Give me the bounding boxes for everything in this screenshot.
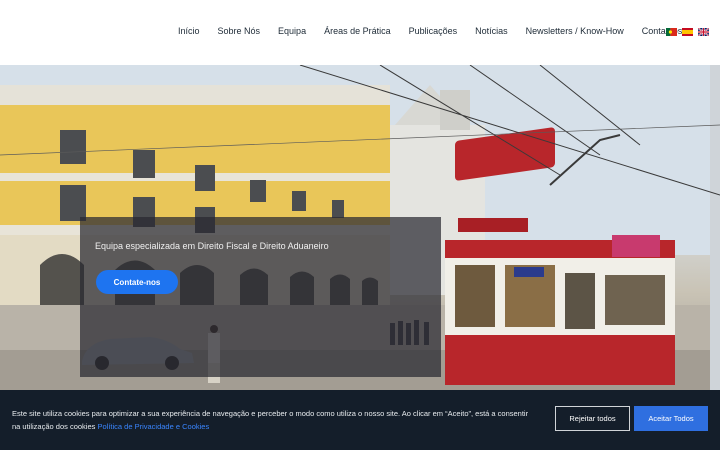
nav-item-inicio[interactable]: Início <box>178 26 200 36</box>
reject-all-button[interactable]: Rejeitar todos <box>555 406 630 431</box>
hero-overlay: Equipa especializada em Direito Fiscal e… <box>80 217 441 377</box>
portugal-flag-icon[interactable] <box>666 28 677 36</box>
spain-flag-icon[interactable] <box>682 28 693 36</box>
nav-item-equipa[interactable]: Equipa <box>278 26 306 36</box>
nav-item-areas-de-pratica[interactable]: Áreas de Prática <box>324 26 391 36</box>
accept-all-button[interactable]: Aceitar Todos <box>634 406 708 431</box>
cookie-banner: Este site utiliza cookies para optimizar… <box>0 390 720 450</box>
main-nav: Início Sobre Nós Equipa Áreas de Prática… <box>178 26 682 36</box>
site-header: Início Sobre Nós Equipa Áreas de Prática… <box>0 0 720 65</box>
hero-banner: Equipa especializada em Direito Fiscal e… <box>0 65 720 390</box>
hero-headline: Equipa especializada em Direito Fiscal e… <box>95 241 329 251</box>
contact-button[interactable]: Contate-nos <box>96 270 178 294</box>
nav-item-newsletters[interactable]: Newsletters / Know-How <box>526 26 624 36</box>
uk-flag-icon[interactable] <box>698 28 709 36</box>
nav-item-noticias[interactable]: Notícias <box>475 26 508 36</box>
language-switcher <box>666 28 709 36</box>
nav-item-publicacoes[interactable]: Publicações <box>409 26 458 36</box>
cookie-message: Este site utiliza cookies para optimizar… <box>12 409 529 431</box>
privacy-policy-link[interactable]: Política de Privacidade e Cookies <box>97 422 209 431</box>
cookie-text-block: Este site utiliza cookies para optimizar… <box>12 407 537 433</box>
nav-item-sobre-nos[interactable]: Sobre Nós <box>218 26 261 36</box>
